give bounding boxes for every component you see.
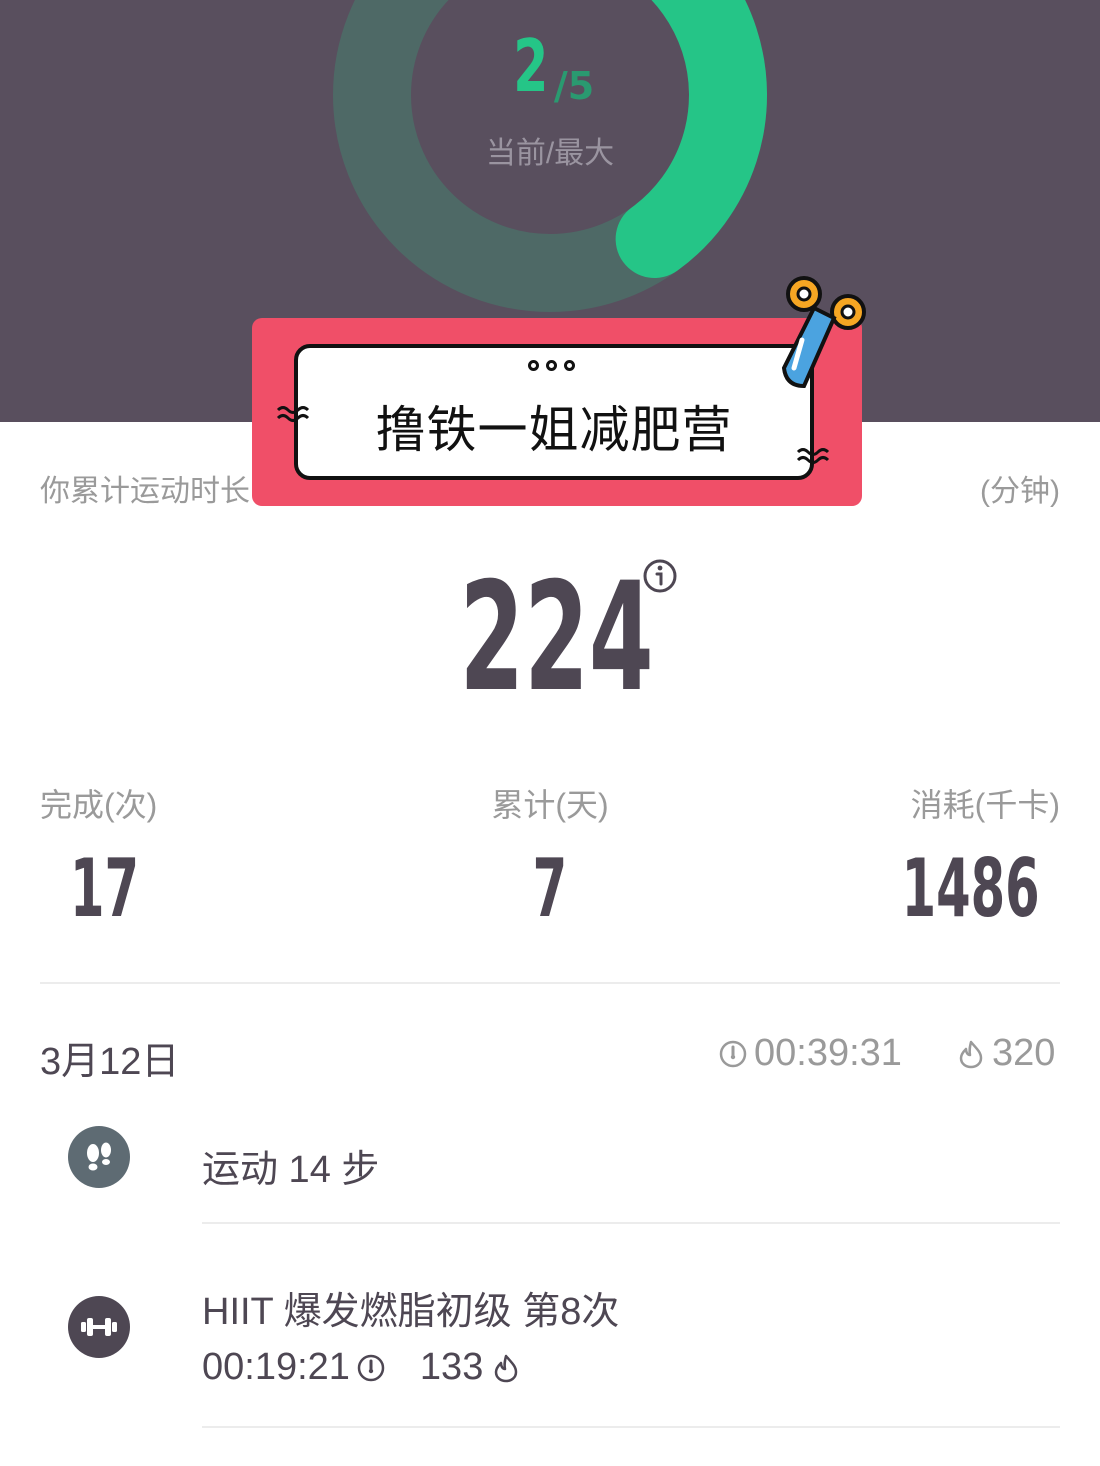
flame-icon xyxy=(959,1040,983,1068)
dumbbell-icon xyxy=(68,1296,130,1358)
stat-calories-label: 消耗(千卡) xyxy=(910,787,1060,823)
activity-divider xyxy=(202,1426,1060,1428)
progress-caption: 当前/最大 xyxy=(485,137,615,170)
sticker-banner: 撸铁一姐减肥营 xyxy=(252,276,866,506)
stat-calories: 消耗(千卡) 1486 xyxy=(760,780,1060,935)
progress-readout: 2 / 5 当前/最大 xyxy=(400,24,700,172)
stat-days: 累计(天) 7 xyxy=(400,780,700,935)
sticker-title: 撸铁一姐减肥营 xyxy=(375,401,733,459)
activity-hiit-meta: 00:19:21 133 xyxy=(202,1346,521,1389)
section-divider xyxy=(40,982,1060,984)
activity-divider xyxy=(202,1222,1060,1224)
day-duration: 00:39:31 xyxy=(718,1032,902,1075)
stat-days-value: 7 xyxy=(532,842,568,935)
progress-max: 5 xyxy=(567,64,595,108)
total-duration-label: 你累计运动时长 xyxy=(40,475,250,508)
stat-completed-value: 17 xyxy=(70,842,140,935)
activity-hiit-title[interactable]: HIIT 爆发燃脂初级 第8次 xyxy=(202,1280,619,1335)
progress-separator: / xyxy=(553,64,568,108)
activity-hiit-duration: 00:19:21 xyxy=(202,1346,350,1388)
total-duration-unit: (分钟) xyxy=(980,475,1060,508)
wave-decoration-right xyxy=(796,448,830,464)
day-date: 3月12日 xyxy=(40,1041,180,1083)
sticker-card: 撸铁一姐减肥营 xyxy=(294,344,814,480)
activity-steps-title[interactable]: 运动 14 步 xyxy=(202,1138,379,1193)
footsteps-icon xyxy=(68,1126,130,1188)
stat-days-label: 累计(天) xyxy=(491,787,609,823)
wave-decoration-left xyxy=(276,406,310,422)
progress-current: 2 xyxy=(512,24,548,108)
timer-icon xyxy=(357,1354,385,1381)
scissors-icon xyxy=(781,276,866,389)
stat-calories-value: 1486 xyxy=(901,842,1040,935)
timer-icon xyxy=(719,1040,747,1067)
activity-hiit-calories: 133 xyxy=(419,1346,484,1388)
info-icon[interactable] xyxy=(640,556,680,596)
stat-completed-label: 完成(次) xyxy=(40,787,158,823)
flame-icon xyxy=(495,1354,518,1382)
day-calories: 320 xyxy=(956,1032,1055,1075)
stat-completed: 完成(次) 17 xyxy=(40,780,340,935)
sticker-dots xyxy=(528,360,575,371)
